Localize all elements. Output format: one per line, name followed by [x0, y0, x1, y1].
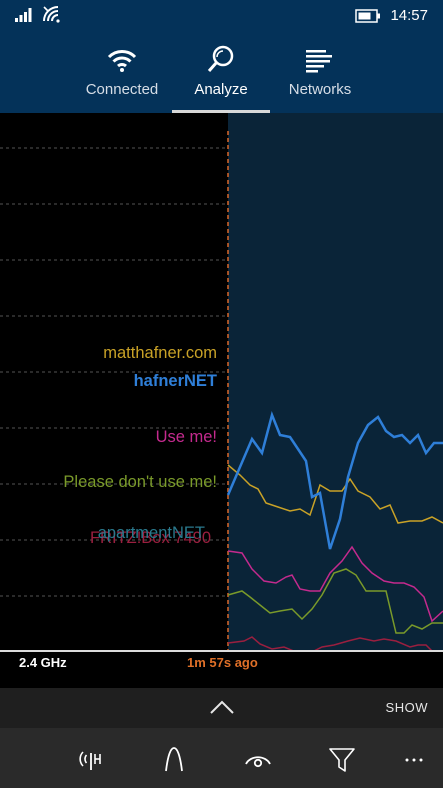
signal-antenna-icon [79, 751, 101, 770]
tab-header: Connected Analyze Networks [0, 32, 443, 113]
clock: 14:57 [390, 7, 428, 24]
network-label-use-me: Use me! [155, 428, 217, 446]
magnifier-icon [207, 45, 234, 72]
show-button[interactable]: SHOW [386, 700, 428, 715]
filter-icon [329, 748, 355, 772]
signal-antenna-button[interactable] [77, 744, 107, 774]
expand-bar[interactable]: SHOW [0, 688, 443, 728]
network-label-hafnerNET: hafnerNET [133, 372, 217, 390]
chevron-up-icon[interactable] [208, 698, 236, 716]
channel-curve-icon [165, 747, 183, 772]
elapsed-time-label: 1m 57s ago [187, 655, 258, 670]
chart-footer: 2.4 GHz 1m 57s ago [0, 650, 443, 688]
more-button[interactable] [400, 744, 430, 774]
cellular-signal-icon [15, 8, 32, 22]
tab-networks[interactable]: Networks [260, 32, 380, 113]
networks-list-icon [306, 50, 332, 73]
filter-button[interactable] [327, 744, 357, 774]
chart-canvas [0, 113, 443, 650]
status-bar: 14:57 [0, 0, 443, 32]
eye-icon [245, 756, 271, 768]
history-region-fill [228, 113, 443, 650]
wifi-icon [107, 50, 137, 72]
battery-icon [355, 9, 380, 23]
channel-curve-button[interactable] [159, 744, 189, 774]
tab-label: Networks [288, 81, 352, 98]
signal-history-chart: matthafner.com hafnerNET Use me! Please … [0, 113, 443, 650]
band-label: 2.4 GHz [19, 655, 67, 670]
network-label-matthafner: matthafner.com [103, 344, 217, 362]
wifi-status-icon [43, 6, 60, 23]
network-label-apartmentNET: apartmentNET [97, 524, 205, 542]
visibility-button[interactable] [243, 744, 273, 774]
app-bar [0, 728, 443, 788]
network-label-please-dont-use-me: Please don't use me! [63, 473, 217, 491]
more-icon [405, 758, 423, 762]
